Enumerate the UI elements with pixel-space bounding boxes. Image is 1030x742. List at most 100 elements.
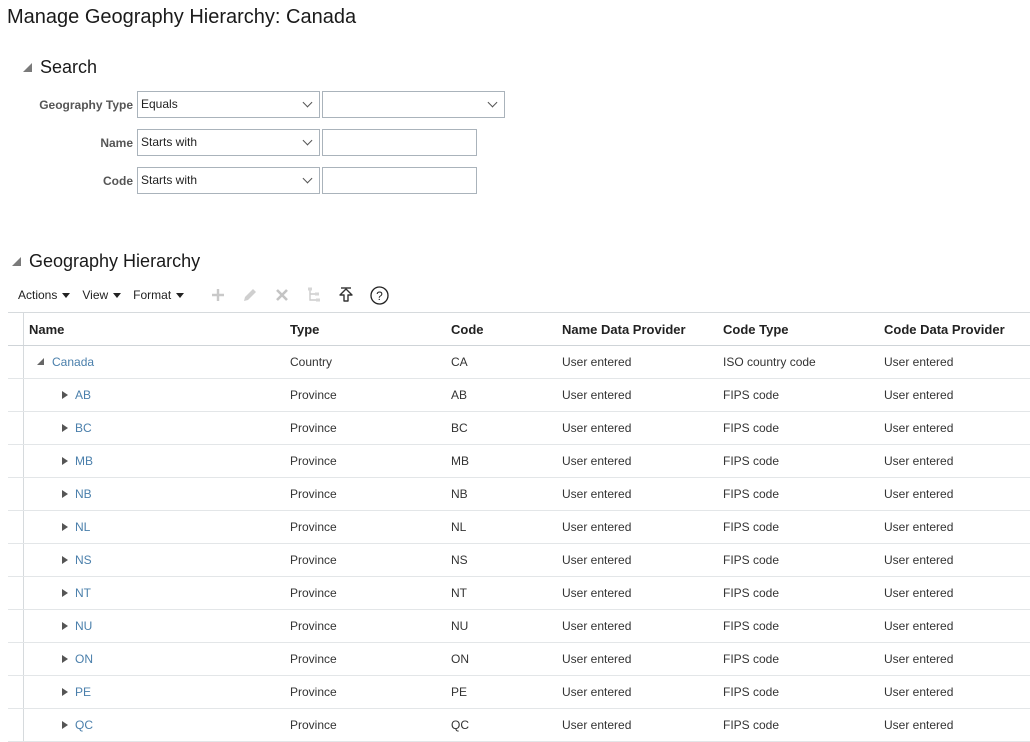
geography-type-operator-select[interactable]: Equals: [137, 91, 320, 118]
code-type-cell: ISO country code: [723, 355, 816, 369]
code-operator-select[interactable]: Starts with: [137, 167, 320, 194]
geography-name-link[interactable]: QC: [75, 718, 93, 732]
code-data-provider-cell: User entered: [884, 685, 954, 699]
geography-name-link[interactable]: NU: [75, 619, 92, 633]
row-selector[interactable]: [8, 412, 24, 444]
expand-icon[interactable]: [62, 489, 68, 498]
chevron-down-icon: [302, 97, 313, 108]
row-selector[interactable]: [8, 346, 24, 378]
name-cell: NU: [62, 619, 92, 633]
search-section-header[interactable]: Search: [23, 57, 97, 78]
hierarchy-icon[interactable]: [305, 286, 323, 304]
row-selector[interactable]: [8, 511, 24, 543]
row-selector[interactable]: [8, 544, 24, 576]
type-cell: Province: [290, 718, 337, 732]
table-row[interactable]: PE Province PE User entered FIPS code User en…: [8, 676, 1030, 709]
type-cell: Province: [290, 652, 337, 666]
actions-menu[interactable]: Actions: [18, 288, 71, 302]
table-row[interactable]: AB Province AB User entered FIPS code User en…: [8, 379, 1030, 412]
row-selector[interactable]: [8, 445, 24, 477]
code-data-provider-cell: User entered: [884, 388, 954, 402]
geography-name-link[interactable]: BC: [75, 421, 92, 435]
hierarchy-section-header[interactable]: Geography Hierarchy: [12, 251, 200, 272]
row-selector[interactable]: [8, 379, 24, 411]
expand-icon[interactable]: [62, 423, 68, 432]
column-header-name[interactable]: Name: [29, 322, 64, 337]
expand-icon[interactable]: [62, 390, 68, 399]
column-header-code-data-provider[interactable]: Code Data Provider: [884, 322, 1005, 337]
table-row[interactable]: BC Province BC User entered FIPS code User en…: [8, 412, 1030, 445]
name-cell: Canada: [37, 355, 94, 369]
row-selector[interactable]: [8, 610, 24, 642]
table-row[interactable]: NL Province NL User entered FIPS code User en…: [8, 511, 1030, 544]
delete-icon[interactable]: [273, 286, 291, 304]
row-selector[interactable]: [8, 709, 24, 741]
table-row[interactable]: QC Province QC User entered FIPS code User en…: [8, 709, 1030, 742]
name-data-provider-cell: User entered: [562, 652, 632, 666]
table-row[interactable]: MB Province MB User entered FIPS code User en…: [8, 445, 1030, 478]
row-selector[interactable]: [8, 577, 24, 609]
expand-icon[interactable]: [62, 522, 68, 531]
geography-name-link[interactable]: AB: [75, 388, 91, 402]
name-cell: NL: [62, 520, 90, 534]
code-type-cell: FIPS code: [723, 454, 780, 468]
geography-name-link[interactable]: PE: [75, 685, 91, 699]
table-row[interactable]: NS Province NS User entered FIPS code User en…: [8, 544, 1030, 577]
column-header-code-type[interactable]: Code Type: [723, 322, 789, 337]
table-row[interactable]: NT Province NT User entered FIPS code User en…: [8, 577, 1030, 610]
geography-type-value-select[interactable]: [322, 91, 505, 118]
geography-name-link[interactable]: NL: [75, 520, 90, 534]
code-type-cell: FIPS code: [723, 586, 780, 600]
geography-name-link[interactable]: NT: [75, 586, 91, 600]
code-data-provider-cell: User entered: [884, 454, 954, 468]
code-data-provider-cell: User entered: [884, 520, 954, 534]
table-row[interactable]: ON Province ON User entered FIPS code User en…: [8, 643, 1030, 676]
code-cell: AB: [451, 388, 468, 402]
geography-name-link[interactable]: NS: [75, 553, 92, 567]
table-row[interactable]: NU Province NU User entered FIPS code User en…: [8, 610, 1030, 643]
expand-icon[interactable]: [62, 588, 68, 597]
name-operator-select[interactable]: Starts with: [137, 129, 320, 156]
table-row[interactable]: Canada Country CA User entered ISO country c…: [8, 346, 1030, 379]
row-selector[interactable]: [8, 676, 24, 708]
column-header-type[interactable]: Type: [290, 322, 319, 337]
collapse-triangle-icon[interactable]: [23, 63, 32, 72]
code-cell: QC: [451, 718, 469, 732]
type-cell: Province: [290, 388, 337, 402]
expand-icon[interactable]: [62, 456, 68, 465]
geography-name-link[interactable]: MB: [75, 454, 93, 468]
geography-name-link[interactable]: ON: [75, 652, 93, 666]
hierarchy-toolbar: Actions View Format ?: [18, 284, 389, 306]
column-header-name-data-provider[interactable]: Name Data Provider: [562, 322, 686, 337]
collapse-icon[interactable]: [37, 358, 44, 366]
name-cell: QC: [62, 718, 93, 732]
collapse-triangle-icon[interactable]: [12, 257, 21, 266]
format-menu[interactable]: Format: [133, 288, 185, 302]
code-cell: NL: [451, 520, 467, 534]
expand-icon[interactable]: [62, 687, 68, 696]
help-icon[interactable]: ?: [369, 285, 389, 305]
column-header-code[interactable]: Code: [451, 322, 484, 337]
row-selector[interactable]: [8, 643, 24, 675]
code-type-cell: FIPS code: [723, 487, 780, 501]
code-data-provider-cell: User entered: [884, 718, 954, 732]
add-icon[interactable]: [209, 286, 227, 304]
name-cell: NB: [62, 487, 92, 501]
view-menu[interactable]: View: [82, 288, 122, 302]
expand-icon[interactable]: [62, 555, 68, 564]
name-cell: NT: [62, 586, 91, 600]
table-row[interactable]: NB Province NB User entered FIPS code User en…: [8, 478, 1030, 511]
code-cell: ON: [451, 652, 469, 666]
edit-icon[interactable]: [241, 286, 259, 304]
geography-name-link[interactable]: NB: [75, 487, 92, 501]
name-data-provider-cell: User entered: [562, 718, 632, 732]
row-selector[interactable]: [8, 478, 24, 510]
go-up-icon[interactable]: [337, 286, 355, 304]
expand-icon[interactable]: [62, 621, 68, 630]
code-input[interactable]: [322, 167, 477, 194]
expand-icon[interactable]: [62, 654, 68, 663]
geography-name-link[interactable]: Canada: [52, 355, 94, 369]
name-input[interactable]: [322, 129, 477, 156]
code-type-cell: FIPS code: [723, 685, 780, 699]
code-type-cell: FIPS code: [723, 652, 780, 666]
